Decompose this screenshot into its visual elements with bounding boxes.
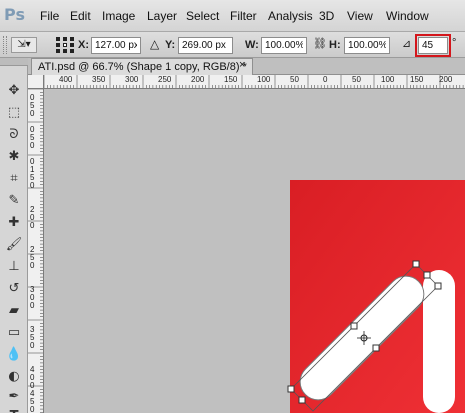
move-tool-icon[interactable]: ✥: [5, 82, 23, 99]
ruler-label: 0: [323, 75, 328, 84]
eyedropper-tool-icon[interactable]: ✎: [5, 192, 23, 209]
height-field[interactable]: [344, 37, 390, 54]
ruler-label: 0: [30, 261, 35, 270]
ruler-label: 0: [30, 301, 35, 310]
y-label: Y:: [165, 39, 176, 51]
options-grip[interactable]: [3, 36, 7, 54]
gradient-tool-icon[interactable]: ▭: [5, 324, 23, 341]
photoshop-logo: Ps: [4, 5, 25, 24]
menu-select[interactable]: Select: [186, 9, 219, 23]
y-field[interactable]: [178, 37, 233, 54]
ruler-label: 0: [30, 181, 35, 190]
close-tab-icon[interactable]: ×: [239, 59, 245, 71]
document-tab-bar: ATI.psd @ 66.7% (Shape 1 copy, RGB/8) * …: [28, 58, 465, 75]
ruler-label: 0: [30, 109, 35, 118]
h-label: H:: [329, 39, 341, 51]
transform-handle[interactable]: [372, 344, 380, 352]
tools-panel-header[interactable]: [0, 58, 28, 66]
tools-panel: ✥ ⬚ ᘐ ✱ ⌗ ✎ ✚ 🖌 ⊥ ↺ ▰ ▭ 💧 ◐ ✒ T: [0, 58, 28, 413]
x-field[interactable]: [91, 37, 141, 54]
document-tab[interactable]: ATI.psd @ 66.7% (Shape 1 copy, RGB/8) *: [31, 58, 253, 75]
type-tool-icon[interactable]: T: [5, 408, 23, 413]
ruler-label: 300: [125, 75, 139, 84]
ruler-label: 0: [30, 405, 35, 413]
x-label: X:: [78, 39, 89, 51]
transform-handle[interactable]: [298, 396, 306, 404]
history-brush-tool-icon[interactable]: ↺: [5, 280, 23, 297]
degree-symbol: °: [452, 37, 457, 49]
lasso-tool-icon[interactable]: ᘐ: [5, 126, 23, 143]
ruler-label: 100: [257, 75, 271, 84]
w-label: W:: [245, 39, 259, 51]
menu-filter[interactable]: Filter: [230, 9, 257, 23]
ruler-label: 100: [381, 75, 395, 84]
ruler-label: 200: [191, 75, 205, 84]
angle-icon: ⊿: [402, 37, 412, 50]
horizontal-ruler-ticks: [44, 75, 464, 88]
menu-file[interactable]: File: [40, 9, 59, 23]
ruler-origin[interactable]: [28, 75, 44, 89]
healing-brush-tool-icon[interactable]: ✚: [5, 214, 23, 231]
marquee-tool-icon[interactable]: ⬚: [5, 104, 23, 121]
ruler-label: 350: [92, 75, 106, 84]
menu-edit[interactable]: Edit: [70, 9, 91, 23]
menu-analysis[interactable]: Analysis: [268, 9, 313, 23]
clone-stamp-tool-icon[interactable]: ⊥: [5, 258, 23, 275]
ruler-label: 0: [30, 341, 35, 350]
vertical-ruler[interactable]: 0 5 0 0 5 0 0 1 5 0 2 0 0 2 5 0 3 0 0 3 …: [28, 89, 44, 413]
canvas-area[interactable]: [45, 90, 465, 413]
transform-tool-icon[interactable]: ⇲▾: [11, 37, 37, 53]
magic-wand-tool-icon[interactable]: ✱: [5, 148, 23, 165]
transform-handle[interactable]: [434, 282, 442, 290]
ruler-label: 150: [224, 75, 238, 84]
transform-handle[interactable]: [423, 271, 431, 279]
menu-3d[interactable]: 3D: [319, 9, 334, 23]
menu-bar: Ps File Edit Image Layer Select Filter A…: [0, 0, 465, 32]
rotation-angle-field[interactable]: [415, 34, 451, 57]
ruler-label: 50: [290, 75, 299, 84]
transform-handle[interactable]: [350, 322, 358, 330]
menu-view[interactable]: View: [347, 9, 373, 23]
options-bar: ⇲▾ X: △ Y: W: ⛓ H: ⊿ °: [0, 32, 465, 58]
ruler-label: 250: [158, 75, 172, 84]
ruler-label: 0: [30, 141, 35, 150]
pen-tool-icon[interactable]: ✒: [5, 388, 23, 405]
white-vertical-bar: [423, 270, 455, 413]
link-icon[interactable]: ⛓: [313, 37, 327, 50]
menu-image[interactable]: Image: [102, 9, 135, 23]
document-tab-title: ATI.psd @ 66.7% (Shape 1 copy, RGB/8) *: [38, 61, 247, 73]
dodge-tool-icon[interactable]: ◐: [5, 368, 23, 385]
ruler-label: 200: [439, 75, 453, 84]
crop-tool-icon[interactable]: ⌗: [5, 170, 23, 187]
menu-layer[interactable]: Layer: [147, 9, 177, 23]
horizontal-ruler[interactable]: 400 350 300 250 200 150 100 50 0 50 100 …: [44, 75, 465, 89]
ruler-label: 50: [352, 75, 361, 84]
reference-point-icon[interactable]: [56, 37, 74, 53]
eraser-tool-icon[interactable]: ▰: [5, 302, 23, 319]
document-canvas[interactable]: [45, 90, 465, 413]
transform-handle[interactable]: [412, 260, 420, 268]
ruler-label: 150: [410, 75, 424, 84]
transform-handle[interactable]: [287, 385, 295, 393]
ruler-label: 0: [30, 221, 35, 230]
width-field[interactable]: [261, 37, 307, 54]
menu-window[interactable]: Window: [386, 9, 429, 23]
blur-tool-icon[interactable]: 💧: [5, 346, 23, 363]
ruler-label: 400: [59, 75, 73, 84]
delta-icon: △: [150, 37, 160, 51]
brush-tool-icon[interactable]: 🖌: [5, 236, 23, 253]
